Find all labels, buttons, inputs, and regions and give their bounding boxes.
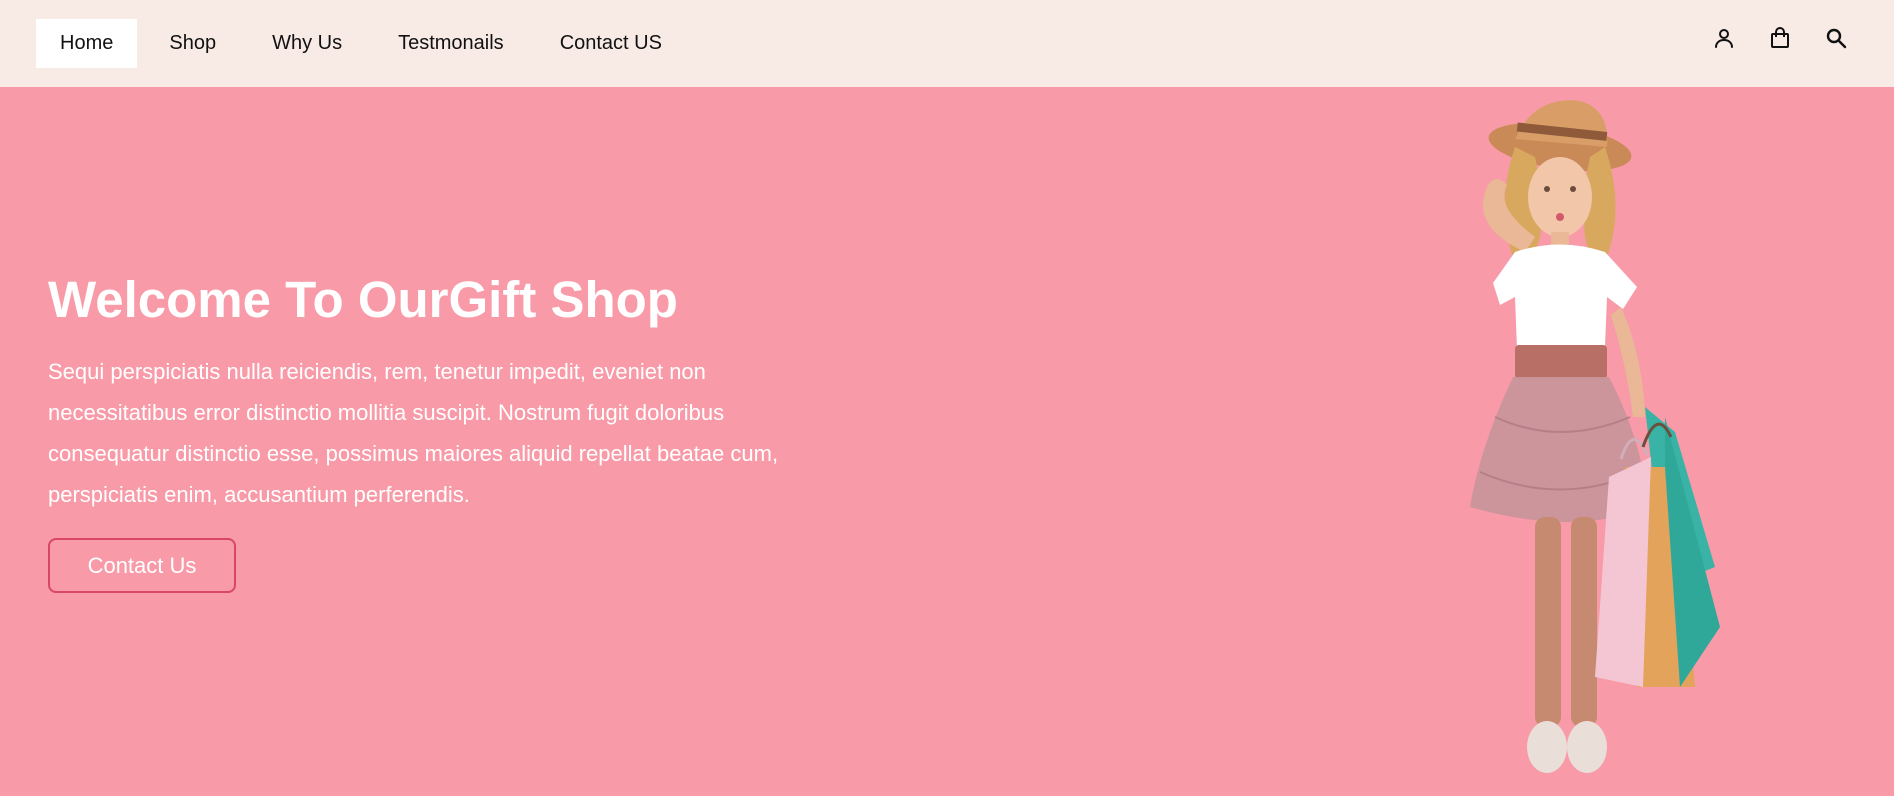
shopping-bag-icon[interactable] xyxy=(1768,26,1792,50)
nav-icon-group xyxy=(1712,26,1848,50)
top-navbar: Home Shop Why Us Testmonails Contact US xyxy=(0,0,1894,87)
nav-link-why-us[interactable]: Why Us xyxy=(248,19,366,68)
hero-section: Welcome To OurGift Shop Sequi perspiciat… xyxy=(0,87,1894,796)
nav-link-testimonials[interactable]: Testmonails xyxy=(374,19,528,68)
search-icon[interactable] xyxy=(1824,26,1848,50)
nav-link-shop[interactable]: Shop xyxy=(145,19,240,68)
girl-with-shopping-bags-image xyxy=(1470,100,1720,773)
main-nav: Home Shop Why Us Testmonails Contact US xyxy=(36,19,694,68)
contact-us-button[interactable]: Contact Us xyxy=(48,538,236,593)
user-icon[interactable] xyxy=(1712,26,1736,50)
hero-title: Welcome To OurGift Shop xyxy=(48,271,678,328)
hero-description: Sequi perspiciatis nulla reiciendis, rem… xyxy=(48,359,779,507)
nav-link-home[interactable]: Home xyxy=(36,19,138,68)
nav-link-contact[interactable]: Contact US xyxy=(536,19,686,68)
